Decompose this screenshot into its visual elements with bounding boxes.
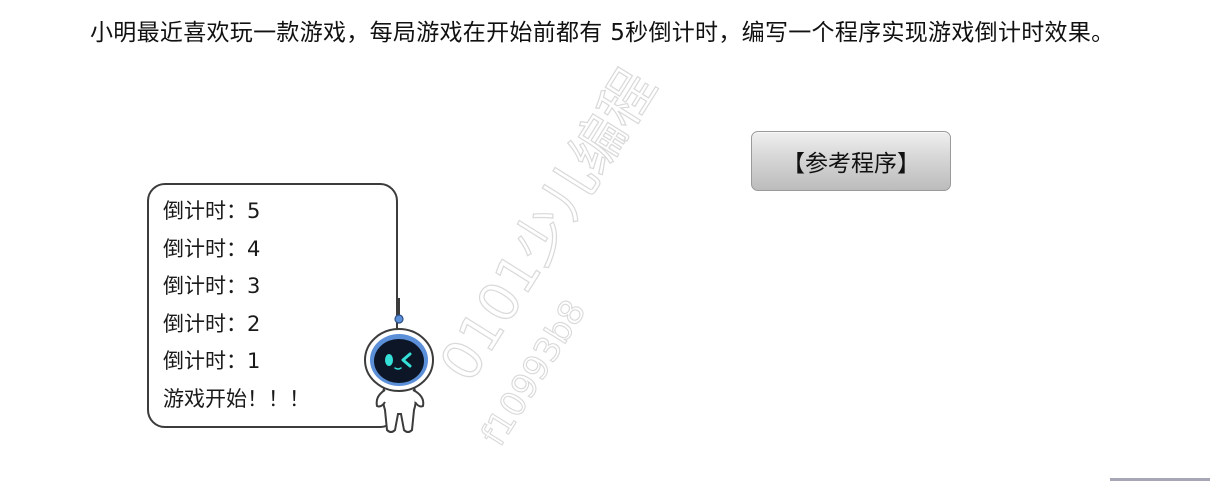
console-line: 倒计时：3: [163, 274, 261, 299]
watermark-brand: 0101少儿编程: [428, 59, 669, 392]
console-line: 倒计时：1: [163, 349, 261, 374]
page-divider: [1110, 478, 1210, 481]
console-line: 倒计时：4: [163, 236, 261, 261]
console-line: 倒计时：2: [163, 311, 261, 336]
problem-statement: 小明最近喜欢玩一款游戏，每局游戏在开始前都有 5秒倒计时，编写一个程序实现游戏倒…: [90, 20, 1115, 46]
robot-mascot-icon: [364, 298, 434, 433]
console-line: 游戏开始！！！: [163, 386, 310, 411]
watermark-code: f10993b8: [474, 293, 594, 453]
reference-program-button[interactable]: 【参考程序】: [751, 131, 951, 191]
console-output-lines: 倒计时：5 倒计时：4 倒计时：3 倒计时：2 倒计时：1 游戏开始！！！: [163, 193, 310, 419]
console-line: 倒计时：5: [163, 199, 261, 223]
